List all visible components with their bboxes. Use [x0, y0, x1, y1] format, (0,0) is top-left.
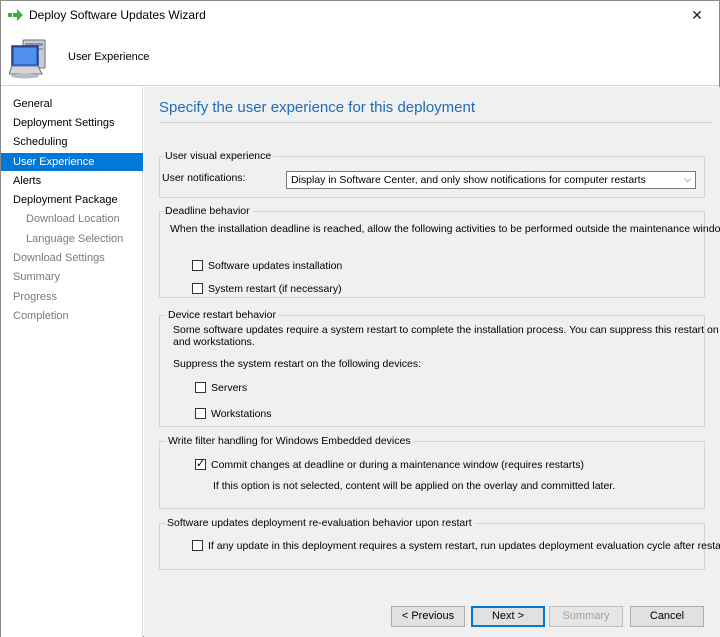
wizard-footer: < Previous Next > Summary Cancel: [144, 589, 720, 637]
deadline-behavior-legend: Deadline behavior: [163, 205, 252, 217]
workstations-checkbox[interactable]: [195, 408, 206, 419]
wizard-window: Deploy Software Updates Wizard ✕ User Ex…: [0, 0, 720, 637]
visual-experience-legend: User visual experience: [163, 150, 274, 162]
sidebar-item-progress[interactable]: Progress: [1, 288, 143, 306]
title-bar: Deploy Software Updates Wizard ✕: [1, 1, 719, 30]
sidebar-item-download-location[interactable]: Download Location: [1, 210, 143, 228]
close-icon: ✕: [691, 7, 703, 23]
sidebar-item-completion[interactable]: Completion: [1, 307, 143, 325]
page-title: Specify the user experience for this dep…: [159, 99, 476, 116]
sidebar-item-general[interactable]: General: [1, 95, 143, 113]
commit-changes-label: Commit changes at deadline or during a m…: [211, 459, 584, 471]
sidebar-item-deployment-package[interactable]: Deployment Package: [1, 191, 143, 209]
device-restart-legend: Device restart behavior: [166, 309, 278, 321]
software-updates-installation-checkbox[interactable]: [192, 260, 203, 271]
cancel-button[interactable]: Cancel: [630, 606, 704, 627]
servers-label: Servers: [211, 382, 248, 394]
green-arrow-icon: [8, 9, 23, 21]
reevaluation-label: If any update in this deployment require…: [208, 540, 720, 552]
deadline-description: When the installation deadline is reache…: [170, 223, 720, 235]
sidebar-item-scheduling[interactable]: Scheduling: [1, 133, 143, 151]
main-content: Specify the user experience for this dep…: [144, 87, 720, 589]
write-filter-legend: Write filter handling for Windows Embedd…: [166, 435, 413, 447]
sidebar-item-deployment-settings[interactable]: Deployment Settings: [1, 114, 143, 132]
user-notifications-label: User notifications:: [162, 172, 246, 184]
header-title: User Experience: [68, 51, 150, 63]
wizard-sidebar: General Deployment Settings Scheduling U…: [1, 87, 143, 637]
next-button[interactable]: Next >: [471, 606, 545, 627]
sidebar-item-alerts[interactable]: Alerts: [1, 172, 143, 190]
sidebar-item-summary[interactable]: Summary: [1, 268, 143, 286]
close-button[interactable]: ✕: [679, 3, 715, 27]
write-filter-note: If this option is not selected, content …: [213, 480, 616, 492]
window-title: Deploy Software Updates Wizard: [29, 8, 206, 22]
system-restart-label: System restart (if necessary): [208, 283, 342, 295]
write-filter-group: [159, 441, 705, 509]
wizard-header: User Experience: [1, 30, 719, 86]
workstations-label: Workstations: [211, 408, 272, 420]
suppress-restart-label: Suppress the system restart on the follo…: [173, 358, 422, 370]
software-updates-installation-label: Software updates installation: [208, 260, 343, 272]
servers-checkbox[interactable]: [195, 382, 206, 393]
chevron-down-icon: ⌵: [684, 175, 691, 185]
reevaluation-checkbox[interactable]: [192, 540, 203, 551]
reevaluation-legend: Software updates deployment re-evaluatio…: [165, 517, 474, 529]
system-restart-checkbox[interactable]: [192, 283, 203, 294]
sidebar-item-language-selection[interactable]: Language Selection: [1, 230, 143, 248]
sidebar-item-user-experience[interactable]: User Experience: [1, 153, 143, 171]
user-notifications-dropdown[interactable]: Display in Software Center, and only sho…: [286, 171, 696, 189]
commit-changes-checkbox[interactable]: [195, 457, 206, 470]
user-notifications-value: Display in Software Center, and only sho…: [291, 174, 646, 186]
previous-button[interactable]: < Previous: [391, 606, 465, 627]
sidebar-item-download-settings[interactable]: Download Settings: [1, 249, 143, 267]
summary-button[interactable]: Summary: [549, 606, 623, 627]
computer-icon: [9, 39, 46, 79]
restart-description-line1: Some software updates require a system r…: [173, 324, 720, 336]
restart-description-line2: and workstations.: [173, 336, 255, 348]
title-divider: [159, 122, 712, 123]
